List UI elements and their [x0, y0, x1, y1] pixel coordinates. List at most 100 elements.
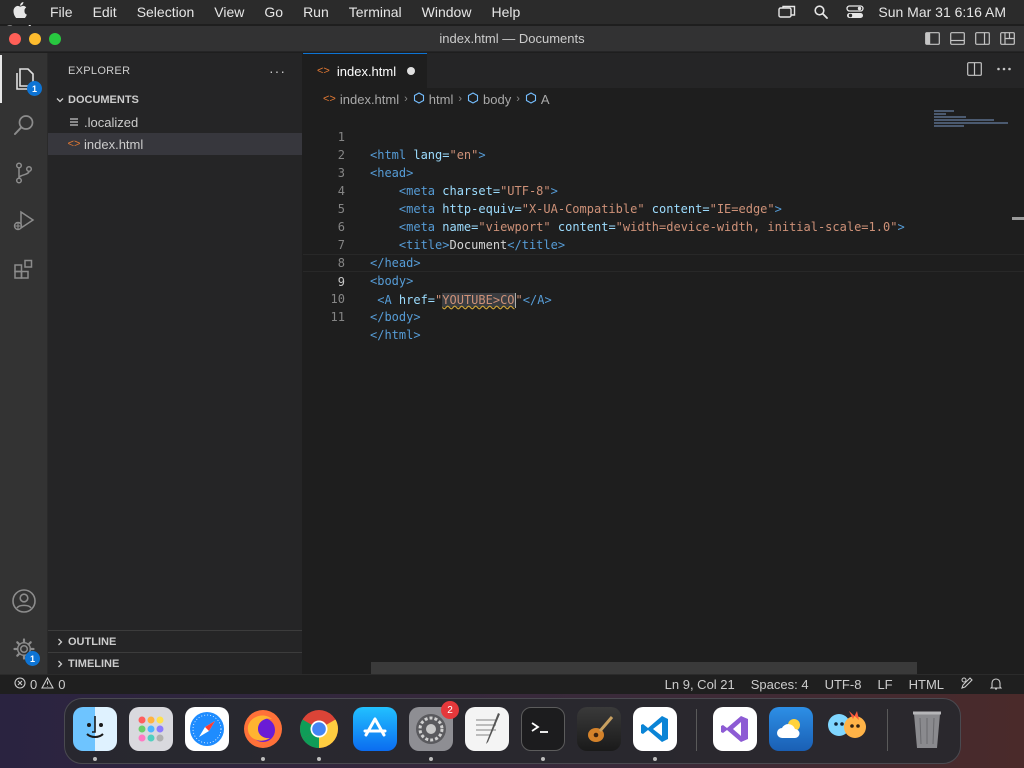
- close-window-button[interactable]: [9, 32, 21, 45]
- vertical-scrollbar[interactable]: [1012, 217, 1024, 220]
- chevron-right-icon: ›: [516, 93, 520, 105]
- garageband-icon[interactable]: [577, 707, 621, 751]
- minimap-line: [934, 113, 946, 115]
- explorer-header: EXPLORER ···: [48, 53, 302, 89]
- code-line[interactable]: 6 <title>Document</title>: [303, 200, 1024, 252]
- outline-label: OUTLINE: [68, 635, 117, 648]
- terminal-icon[interactable]: [521, 707, 565, 751]
- file-lines-icon: [66, 117, 82, 127]
- toggle-panel-icon[interactable]: [949, 30, 966, 47]
- window-switcher-icon[interactable]: [770, 0, 804, 24]
- window-title: index.html — Documents: [439, 31, 585, 46]
- problems-indicator[interactable]: 0 0: [0, 676, 65, 692]
- menu-view[interactable]: View: [204, 4, 254, 20]
- code-line[interactable]: 1 <html lang="en">: [303, 110, 1024, 162]
- minimap-line: [934, 125, 964, 127]
- symbol-element-icon: [467, 91, 479, 107]
- more-actions-icon[interactable]: [996, 62, 1012, 80]
- search-icon[interactable]: [0, 101, 48, 149]
- run-and-debug-icon[interactable]: [0, 197, 48, 245]
- macos-dock: 2: [64, 698, 961, 764]
- code-line[interactable]: 7 </head>: [303, 218, 1024, 270]
- menu-bar-clock[interactable]: Sun Mar 31 6:16 AM: [878, 4, 1006, 20]
- code-line[interactable]: 2 <head>: [303, 128, 1024, 180]
- visual-studio-icon[interactable]: [713, 707, 757, 751]
- finder-icon[interactable]: [73, 707, 117, 751]
- chrome-icon[interactable]: [297, 707, 341, 751]
- indentation[interactable]: Spaces: 4: [743, 677, 817, 692]
- running-indicator: [653, 757, 657, 761]
- trash-icon[interactable]: [905, 707, 949, 751]
- minimize-window-button[interactable]: [29, 32, 41, 45]
- feedback-icon[interactable]: [952, 676, 982, 693]
- minimap[interactable]: [934, 110, 1010, 140]
- tab-index-html[interactable]: <> index.html: [303, 53, 427, 88]
- breadcrumb-body[interactable]: body: [483, 92, 511, 107]
- menu-go[interactable]: Go: [254, 4, 293, 20]
- code-line[interactable]: 5 <meta name="viewport" content="width=d…: [303, 182, 1024, 234]
- launchpad-icon[interactable]: [129, 707, 173, 751]
- end-of-line[interactable]: LF: [869, 677, 900, 692]
- code-line[interactable]: 11 </html>: [303, 290, 1024, 342]
- activity-bar: 1 1: [0, 53, 48, 674]
- symbol-element-icon: [413, 91, 425, 107]
- cursor-position[interactable]: Ln 9, Col 21: [657, 677, 743, 692]
- unsaved-changes-dot-icon[interactable]: [407, 67, 415, 75]
- character-app-icon[interactable]: [825, 707, 869, 751]
- breadcrumb-a[interactable]: A: [541, 92, 550, 107]
- code-line[interactable]: 4 <meta http-equiv="X-UA-Compatible" con…: [303, 164, 1024, 216]
- editor-tab-bar: <> index.html: [303, 53, 1024, 88]
- textedit-icon[interactable]: [465, 707, 509, 751]
- timeline-section[interactable]: TIMELINE: [48, 652, 302, 674]
- weather-icon[interactable]: [769, 707, 813, 751]
- menu-selection[interactable]: Selection: [127, 4, 205, 20]
- split-editor-icon[interactable]: [967, 62, 982, 80]
- toggle-primary-sidebar-icon[interactable]: [924, 30, 941, 47]
- explorer-badge: 1: [27, 81, 42, 96]
- vscode-icon[interactable]: [633, 707, 677, 751]
- settings-update-badge: 1: [25, 651, 40, 666]
- menu-help[interactable]: Help: [481, 4, 530, 20]
- language-mode[interactable]: HTML: [901, 677, 952, 692]
- explorer-sidebar: EXPLORER ··· DOCUMENTS .localized <> ind…: [48, 53, 303, 674]
- outline-section[interactable]: OUTLINE: [48, 630, 302, 652]
- horizontal-scrollbar[interactable]: [371, 662, 917, 674]
- manage-gear-icon[interactable]: 1: [0, 625, 48, 673]
- accounts-icon[interactable]: [0, 577, 48, 625]
- file-item-localized[interactable]: .localized: [48, 111, 302, 133]
- breadcrumb-html[interactable]: html: [429, 92, 454, 107]
- system-settings-icon[interactable]: 2: [409, 701, 459, 751]
- zoom-window-button[interactable]: [49, 32, 61, 45]
- warning-icon: [41, 676, 55, 692]
- app-store-icon[interactable]: [353, 707, 397, 751]
- code-line[interactable]: 8 <body>: [303, 236, 1024, 288]
- notifications-bell-icon[interactable]: [982, 677, 1010, 693]
- menu-window[interactable]: Window: [412, 4, 482, 20]
- code-editor[interactable]: 1 <html lang="en"> 2 <head> 3 <meta char…: [303, 110, 1024, 342]
- file-encoding[interactable]: UTF-8: [817, 677, 870, 692]
- running-indicator: [93, 757, 97, 761]
- folder-section-documents[interactable]: DOCUMENTS: [48, 89, 302, 111]
- menu-edit[interactable]: Edit: [83, 4, 127, 20]
- toggle-secondary-sidebar-icon[interactable]: [974, 30, 991, 47]
- customize-layout-icon[interactable]: [999, 30, 1016, 47]
- safari-icon[interactable]: [185, 707, 229, 751]
- menu-file[interactable]: File: [40, 4, 83, 20]
- firefox-icon[interactable]: [241, 707, 285, 751]
- code-line[interactable]: 10 </body>: [303, 272, 1024, 324]
- breadcrumb-file[interactable]: index.html: [340, 92, 399, 107]
- control-center-icon[interactable]: [838, 0, 872, 24]
- code-line-current[interactable]: 9 <A href="YOUTUBE>CO"</A>: [303, 254, 1024, 308]
- code-line[interactable]: 3 <meta charset="UTF-8">: [303, 146, 1024, 198]
- file-item-index-html[interactable]: <> index.html: [48, 133, 302, 155]
- spotlight-search-icon[interactable]: [804, 0, 838, 24]
- menu-run[interactable]: Run: [293, 4, 339, 20]
- explorer-more-actions-button[interactable]: ···: [269, 63, 286, 79]
- dock-separator: [696, 709, 697, 751]
- source-control-icon[interactable]: [0, 149, 48, 197]
- minimap-line: [934, 110, 954, 112]
- menu-terminal[interactable]: Terminal: [339, 4, 412, 20]
- code-token: </body>: [370, 310, 421, 324]
- explorer-icon[interactable]: 1: [0, 55, 48, 103]
- extensions-icon[interactable]: [0, 245, 48, 293]
